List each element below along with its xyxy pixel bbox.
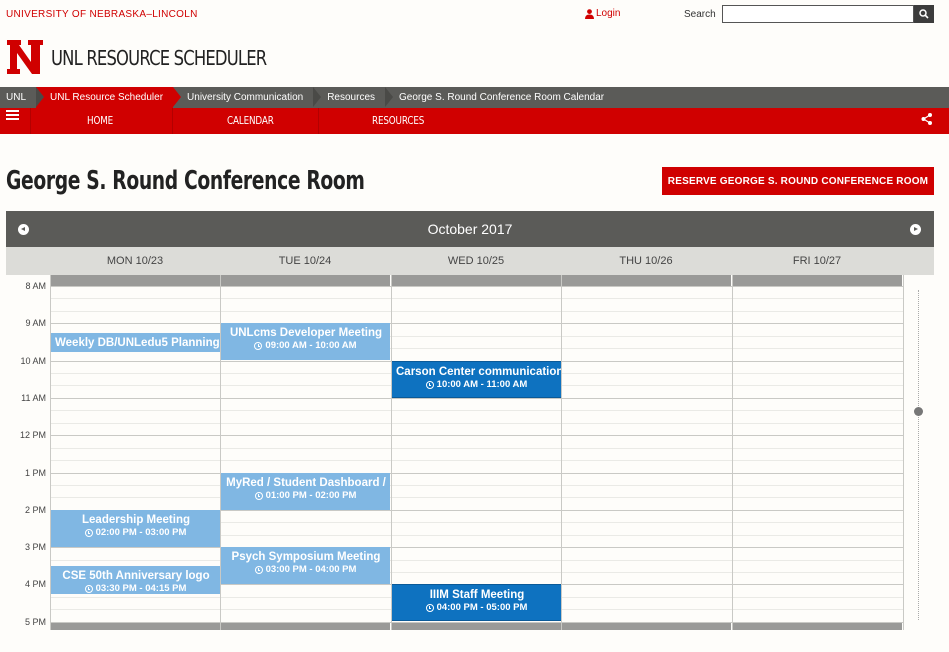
time-label: 9 AM	[25, 318, 46, 328]
breadcrumb-item[interactable]: University Communication	[173, 87, 322, 108]
calendar-grid: 8 AM 9 AM 10 AM 11 AM 12 PM 1 PM 2 PM 3 PM 4 PM 5…	[6, 275, 934, 630]
university-link[interactable]: UNIVERSITY OF NEBRASKA–LINCOLN	[6, 9, 198, 20]
event-time: 04:00 PM - 05:00 PM	[436, 602, 528, 613]
login-label: Login	[596, 8, 621, 19]
clock-icon	[254, 566, 263, 574]
calendar-header: October 2017	[6, 211, 934, 247]
search-button[interactable]	[914, 5, 934, 23]
top-bar: UNIVERSITY OF NEBRASKA–LINCOLN Login Sea…	[0, 0, 949, 28]
event-title: MyRed / Student Dashboard /	[226, 477, 386, 489]
share-icon[interactable]	[920, 112, 934, 126]
search-input[interactable]	[722, 5, 914, 23]
unl-logo[interactable]	[6, 38, 44, 76]
event-time: 01:00 PM - 02:00 PM	[265, 490, 357, 501]
day-header: TUE 10/24	[278, 255, 332, 267]
time-label: 5 PM	[24, 617, 46, 627]
event-time: 09:00 AM - 10:00 AM	[265, 340, 357, 351]
calendar-event[interactable]: IIIM Staff Meeting 04:00 PM - 05:00 PM	[392, 584, 561, 621]
event-time: 02:00 PM - 03:00 PM	[95, 527, 187, 538]
event-time: 03:30 PM - 04:15 PM	[95, 583, 187, 594]
clock-icon	[254, 492, 263, 500]
clock-icon	[84, 529, 93, 537]
calendar-event[interactable]: CSE 50th Anniversary logo 03:30 PM - 04:1…	[51, 566, 220, 594]
search-icon	[919, 9, 929, 19]
app-root: UNIVERSITY OF NEBRASKA–LINCOLN Login Sea…	[0, 0, 949, 652]
day-header: THU 10/26	[619, 255, 673, 267]
main-nav: HOME CALENDAR RESOURCES	[0, 108, 949, 134]
calendar-event[interactable]: Leadership Meeting 02:00 PM - 03:00 PM	[51, 510, 220, 547]
page-title: George S. Round Conference Room	[6, 166, 365, 196]
clock-icon	[425, 604, 434, 612]
nav-home[interactable]: HOME	[87, 114, 113, 127]
calendar-event[interactable]: UNLcms Developer Meeting 09:00 AM - 10:00…	[221, 323, 390, 360]
event-title: Psych Symposium Meeting	[231, 551, 381, 563]
time-label: 3 PM	[24, 542, 46, 552]
event-time: 03:00 PM - 04:00 PM	[265, 564, 357, 575]
login-link[interactable]: Login	[585, 8, 620, 19]
event-title: Carson Center communication	[396, 366, 561, 378]
nav-resources[interactable]: RESOURCES	[372, 114, 424, 127]
day-header: FRI 10/27	[792, 255, 842, 267]
time-label: 10 AM	[20, 356, 46, 366]
site-title[interactable]: UNL RESOURCE SCHEDULER	[51, 46, 267, 70]
user-icon	[585, 8, 594, 19]
time-label: 4 PM	[24, 579, 46, 589]
search-label: Search	[684, 9, 716, 20]
time-label: 2 PM	[24, 505, 46, 515]
calendar-event[interactable]: Weekly DB/UNLedu5 Planning	[51, 333, 220, 352]
scrollbar-track[interactable]	[918, 290, 919, 620]
next-arrow-icon[interactable]	[910, 224, 921, 235]
nav-calendar[interactable]: CALENDAR	[227, 114, 274, 127]
calendar-month: October 2017	[427, 221, 513, 237]
breadcrumb-item[interactable]: Resources	[313, 87, 393, 108]
time-label: 1 PM	[24, 468, 46, 478]
time-label: 8 AM	[25, 281, 46, 291]
event-time: 10:00 AM - 11:00 AM	[436, 379, 528, 390]
breadcrumb-item[interactable]: UNL	[0, 87, 45, 108]
calendar-event[interactable]: MyRed / Student Dashboard /01:00 PM - 02…	[221, 473, 390, 510]
clock-icon	[254, 342, 263, 350]
day-header: MON 10/23	[106, 255, 164, 267]
event-title: IIIM Staff Meeting	[429, 589, 525, 601]
hamburger-icon[interactable]	[6, 108, 19, 120]
clock-icon	[84, 585, 93, 593]
scrollbar-thumb[interactable]	[914, 407, 923, 416]
event-title: Weekly DB/UNLedu5 Planning	[55, 337, 220, 349]
day-header: WED 10/25	[447, 255, 505, 267]
event-title: Leadership Meeting	[82, 514, 190, 526]
clock-icon	[425, 381, 434, 389]
breadcrumb: UNL UNL Resource Scheduler University Co…	[0, 87, 949, 108]
event-title: CSE 50th Anniversary logo	[62, 570, 210, 582]
day-header-row: MON 10/23 TUE 10/24 WED 10/25 THU 10/26 FRI …	[6, 247, 934, 275]
reserve-button[interactable]: RESERVE GEORGE S. ROUND CONFERENCE ROOM	[662, 167, 934, 195]
calendar-event[interactable]: Psych Symposium Meeting 03:00 PM - 04:00 …	[221, 547, 390, 584]
time-label: 12 PM	[19, 430, 46, 440]
event-title: UNLcms Developer Meeting	[229, 327, 383, 339]
breadcrumb-item-current: George S. Round Conference Room Calendar	[399, 92, 605, 103]
time-label: 11 AM	[21, 393, 46, 403]
breadcrumb-item[interactable]: UNL Resource Scheduler	[36, 87, 182, 108]
calendar-event[interactable]: Carson Center communication 10:00 AM - 11…	[392, 361, 561, 398]
